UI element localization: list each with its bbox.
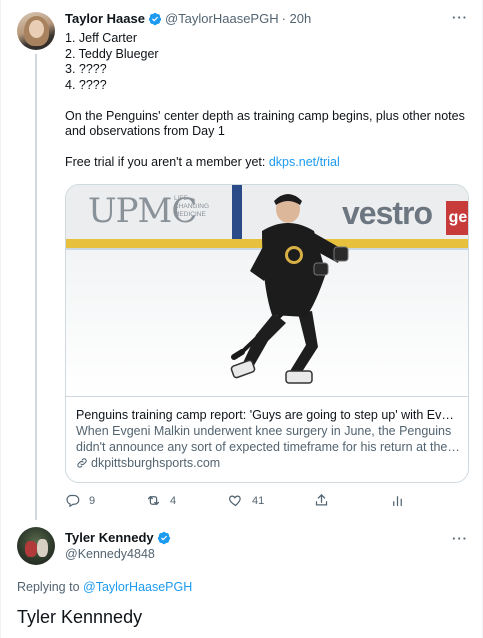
replying-prefix: Replying to	[17, 580, 84, 594]
thread-line	[35, 54, 37, 520]
reply-avatar[interactable]	[17, 527, 55, 565]
share-button[interactable]	[314, 493, 329, 508]
link-card[interactable]: UPMC LIFE CHANGING MEDICINE vestro ge Pe…	[65, 184, 469, 483]
retweet-icon	[147, 496, 160, 505]
avatar-face	[29, 20, 44, 38]
verified-icon	[148, 12, 162, 25]
more-icon[interactable]: ···	[452, 10, 468, 25]
author-handle[interactable]: @TaylorHaasePGH	[165, 11, 279, 26]
replying-handle[interactable]: @TaylorHaasePGH	[83, 580, 192, 594]
reply-author-name[interactable]: Tyler Kennedy	[65, 530, 154, 545]
tweet-header: Taylor Haase @TaylorHaasePGH · 20h	[65, 11, 311, 26]
card-description: When Evgeni Malkin underwent knee surger…	[76, 424, 460, 454]
text-line: 1. Jeff Carter	[65, 31, 138, 45]
reply-button[interactable]: 9	[65, 493, 95, 508]
share-icon	[315, 493, 328, 506]
analytics-icon	[393, 496, 402, 507]
reply-author: Tyler Kennedy	[65, 530, 174, 545]
trial-link[interactable]: dkps.net/trial	[269, 155, 340, 169]
retweet-button[interactable]: 4	[146, 493, 176, 508]
card-meta[interactable]: Penguins training camp report: 'Guys are…	[66, 396, 468, 482]
more-icon[interactable]: ···	[452, 531, 468, 546]
text-line: 3. ????	[65, 62, 107, 76]
tweet-actions: 9 4 41	[65, 493, 475, 511]
ge-sign: ge	[446, 201, 468, 235]
avatar[interactable]	[17, 12, 55, 50]
reply-author-handle[interactable]: @Kennedy4848	[65, 547, 155, 561]
reply-icon	[66, 494, 80, 508]
tweet-time[interactable]: · 20h	[282, 11, 312, 26]
text-line: 2. Teddy Blueger	[65, 46, 159, 61]
verified-icon	[157, 531, 170, 544]
replying-to: Replying to @TaylorHaasePGH	[17, 580, 192, 594]
tweet-thread: Taylor Haase @TaylorHaasePGH · 20h ··· 1…	[0, 0, 483, 638]
skater-figure	[230, 194, 349, 384]
like-button[interactable]: 41	[228, 493, 264, 508]
text-line: and observations from Day 1	[65, 124, 225, 138]
text-line: 4. ????	[65, 77, 107, 92]
heart-icon	[228, 495, 241, 507]
retweet-count: 4	[170, 494, 177, 507]
trial-line: Free trial if you aren't a member yet: d…	[65, 155, 470, 171]
card-domain[interactable]: dkpittsburghsports.com	[76, 455, 460, 471]
author-name[interactable]: Taylor Haase	[65, 11, 145, 26]
reply-count: 9	[89, 494, 96, 507]
link-icon	[77, 458, 87, 468]
text-line: On the Penguins' center depth as trainin…	[65, 108, 465, 123]
tweet-text: 1. Jeff Carter 2. Teddy Blueger 3. ???? …	[65, 31, 470, 171]
like-count: 41	[252, 494, 265, 507]
trial-prefix: Free trial if you aren't a member yet:	[65, 155, 269, 169]
card-title[interactable]: Penguins training camp report: 'Guys are…	[76, 407, 460, 423]
analytics-button[interactable]	[390, 493, 405, 508]
reply-text: Tyler Kennnedy	[17, 607, 143, 627]
card-image[interactable]: UPMC LIFE CHANGING MEDICINE vestro ge	[66, 185, 468, 396]
